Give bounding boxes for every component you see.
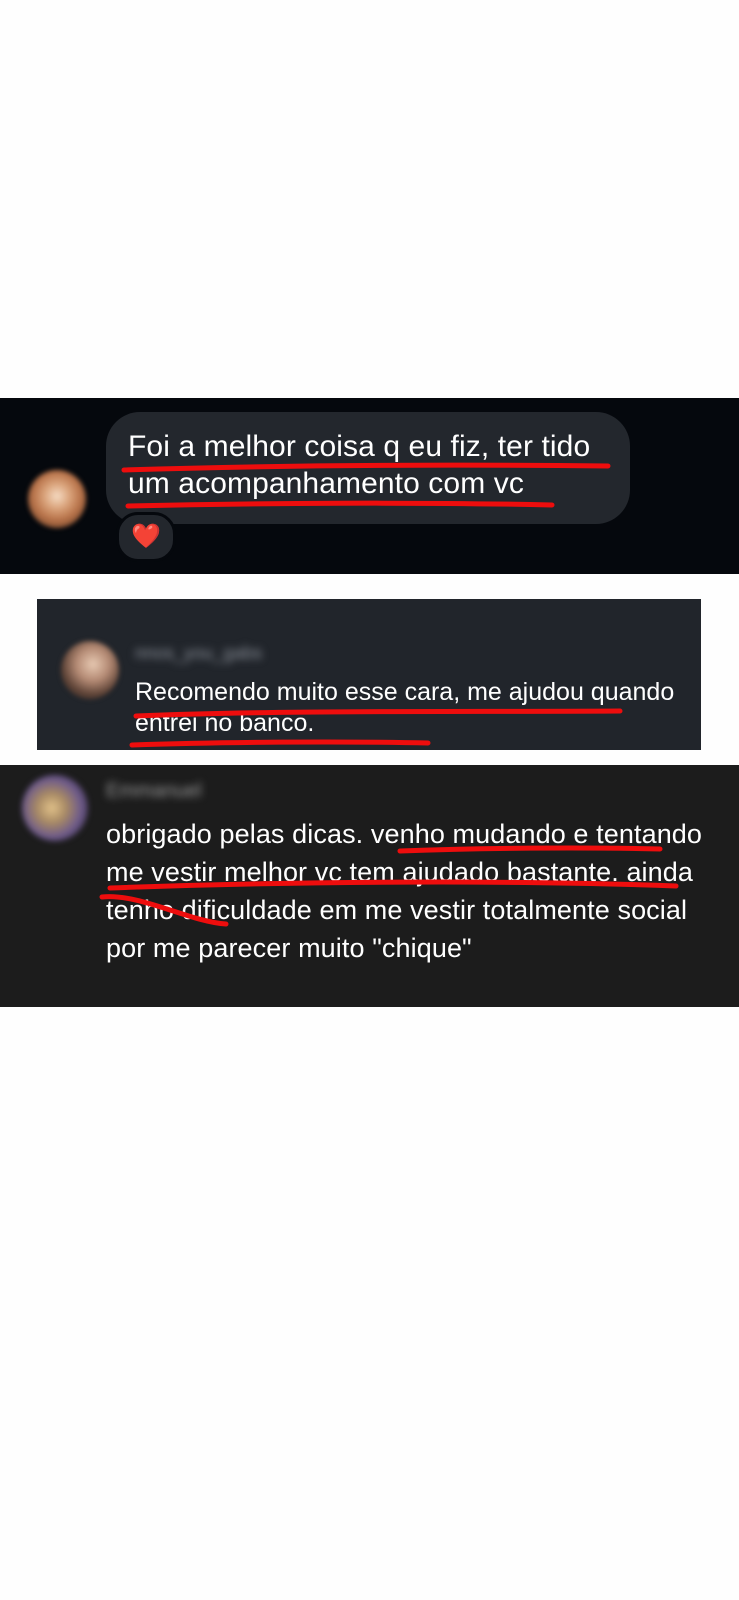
commenter-username[interactable]: nnos_you_gabs <box>135 643 305 663</box>
message-text: Foi a melhor coisa q eu fiz, ter tido um… <box>128 430 591 500</box>
comment-panel-1: nnos_you_gabs Recomendo muito esse cara,… <box>37 599 701 750</box>
commenter-avatar[interactable] <box>61 641 119 699</box>
heart-reaction-icon[interactable]: ❤️ <box>116 512 176 562</box>
comment-panel-2: Emmanuel obrigado pelas dicas. venho mud… <box>0 765 739 1007</box>
commenter-username[interactable]: Emmanuel <box>106 779 246 803</box>
sender-avatar[interactable] <box>28 470 86 528</box>
commenter-avatar[interactable] <box>22 775 88 841</box>
comment-text: Recomendo muito esse cara, me ajudou qua… <box>135 678 675 737</box>
message-bubble[interactable]: Foi a melhor coisa q eu fiz, ter tido um… <box>106 412 630 524</box>
dm-screenshot-panel: Foi a melhor coisa q eu fiz, ter tido um… <box>0 398 739 574</box>
comment-text: obrigado pelas dicas. venho mudando e te… <box>106 819 703 963</box>
